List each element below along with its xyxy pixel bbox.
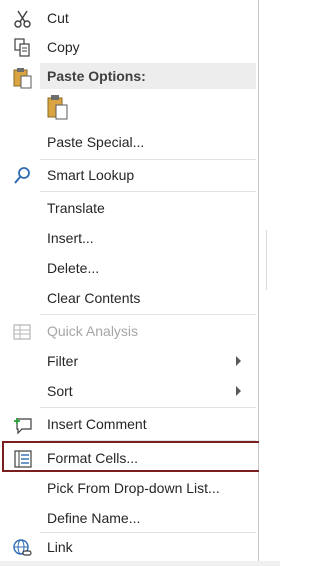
menu-item-insert-comment[interactable]: Insert Comment xyxy=(0,410,258,438)
menu-item-smart-lookup[interactable]: Smart Lookup xyxy=(0,161,258,189)
separator xyxy=(40,314,256,315)
menu-item-label: Insert Comment xyxy=(47,416,147,432)
menu-item-quick-analysis: Quick Analysis xyxy=(0,317,258,345)
menu-item-label: Translate xyxy=(47,200,105,216)
menu-item-label: Define Name... xyxy=(47,510,141,526)
menu-item-clear-contents[interactable]: Clear Contents xyxy=(0,284,258,312)
separator xyxy=(40,191,256,192)
menu-item-label: Insert... xyxy=(47,230,94,246)
menu-item-filter[interactable]: Filter xyxy=(0,347,258,375)
scissors-icon xyxy=(12,9,34,29)
menu-item-label: Link xyxy=(47,539,73,555)
format-cells-highlight-box xyxy=(2,441,269,472)
menu-item-label: Pick From Drop-down List... xyxy=(47,480,220,496)
menu-item-pick-from-dropdown[interactable]: Pick From Drop-down List... xyxy=(0,474,258,502)
menu-item-insert[interactable]: Insert... xyxy=(0,224,258,252)
search-icon xyxy=(12,166,34,186)
menu-item-label: Sort xyxy=(47,383,73,399)
submenu-arrow-icon xyxy=(236,356,241,366)
menu-item-paste-special[interactable]: Paste Special... xyxy=(0,128,258,156)
paste-button[interactable] xyxy=(45,94,71,122)
divider xyxy=(266,230,267,290)
submenu-arrow-icon xyxy=(236,386,241,396)
copy-icon xyxy=(12,38,34,58)
menu-item-label: Quick Analysis xyxy=(47,323,139,339)
menu-item-sort[interactable]: Sort xyxy=(0,377,258,405)
separator xyxy=(40,159,256,160)
paste-options-label: Paste Options: xyxy=(47,68,146,84)
link-icon xyxy=(12,538,34,558)
menu-item-cut[interactable]: Cut xyxy=(0,4,258,32)
comment-icon xyxy=(12,415,34,435)
menu-item-copy[interactable]: Copy xyxy=(0,33,258,61)
menu-item-delete[interactable]: Delete... xyxy=(0,254,258,282)
menu-item-label: Filter xyxy=(47,353,79,369)
menu-item-label: Smart Lookup xyxy=(47,167,135,183)
quick-analysis-icon xyxy=(12,322,34,342)
bottom-edge xyxy=(0,561,280,566)
paste-options-header: Paste Options: xyxy=(40,63,256,89)
menu-item-translate[interactable]: Translate xyxy=(0,194,258,222)
menu-item-label: Paste Special... xyxy=(47,134,145,150)
menu-item-label: Delete... xyxy=(47,260,100,276)
context-menu: Cut Copy Paste Options: Paste Special...… xyxy=(0,0,259,566)
separator xyxy=(40,407,256,408)
worksheet-edge xyxy=(259,0,280,566)
menu-item-label: Clear Contents xyxy=(47,290,141,306)
menu-item-label: Copy xyxy=(47,39,80,55)
clipboard-icon xyxy=(12,67,34,89)
menu-item-label: Cut xyxy=(47,10,69,26)
menu-item-define-name[interactable]: Define Name... xyxy=(0,504,258,532)
menu-item-link[interactable]: Link xyxy=(0,533,258,561)
